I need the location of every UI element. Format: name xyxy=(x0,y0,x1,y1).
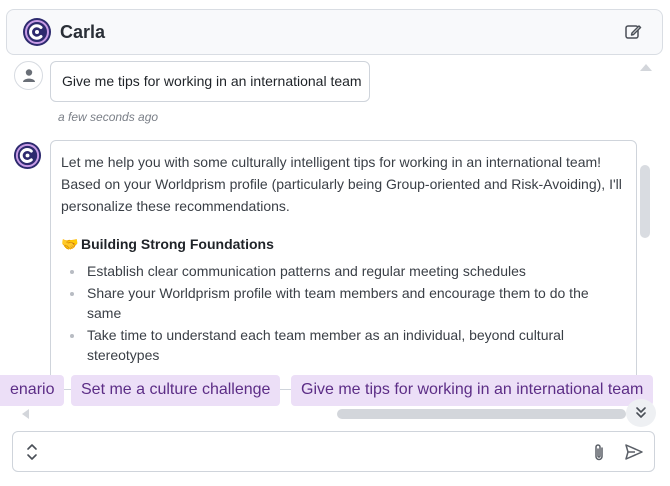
list-item: Take time to understand each team member… xyxy=(69,325,619,365)
suggestion-chips: enario Set me a culture challenge Give m… xyxy=(0,375,670,407)
suggestion-chip[interactable]: enario xyxy=(0,375,64,406)
carla-logo-icon xyxy=(23,18,51,46)
edit-icon[interactable] xyxy=(624,23,642,41)
expand-vertical-icon[interactable] xyxy=(25,443,39,461)
send-icon[interactable] xyxy=(625,444,643,460)
user-message-bubble: Give me tips for working in an internati… xyxy=(50,61,370,102)
message-scrollbar[interactable] xyxy=(640,165,650,238)
list-item: Establish clear communication patterns a… xyxy=(69,261,619,281)
assistant-name: Carla xyxy=(60,22,106,42)
carla-avatar-icon xyxy=(13,141,42,170)
message-input[interactable] xyxy=(53,438,573,466)
paperclip-icon[interactable] xyxy=(593,443,605,462)
user-avatar xyxy=(14,61,43,90)
assistant-message-bubble: Let me help you with some culturally int… xyxy=(50,140,637,390)
scroll-left-arrow-icon[interactable] xyxy=(22,409,29,419)
chat-header: Carla xyxy=(6,9,663,55)
user-icon xyxy=(23,69,35,82)
scroll-up-arrow-icon[interactable] xyxy=(640,64,652,71)
suggestion-chip[interactable]: Give me tips for working in an internati… xyxy=(291,375,654,406)
suggestion-chip[interactable]: Set me a culture challenge xyxy=(71,375,281,406)
double-chevron-down-icon xyxy=(636,407,646,418)
assistant-intro-text: Let me help you with some culturally int… xyxy=(61,154,622,214)
handshake-icon: 🤝 xyxy=(61,236,79,252)
suggestions-scrollbar[interactable] xyxy=(337,409,626,419)
message-composer xyxy=(12,431,655,472)
section-title: Building Strong Foundations xyxy=(81,236,274,252)
scroll-to-bottom-button[interactable] xyxy=(626,399,656,427)
list-item: Share your Worldprism profile with team … xyxy=(69,283,619,323)
message-timestamp: a few seconds ago xyxy=(58,110,159,124)
tips-list: Establish clear communication patterns a… xyxy=(69,261,619,367)
section-heading: 🤝 Building Strong Foundations xyxy=(61,236,274,253)
